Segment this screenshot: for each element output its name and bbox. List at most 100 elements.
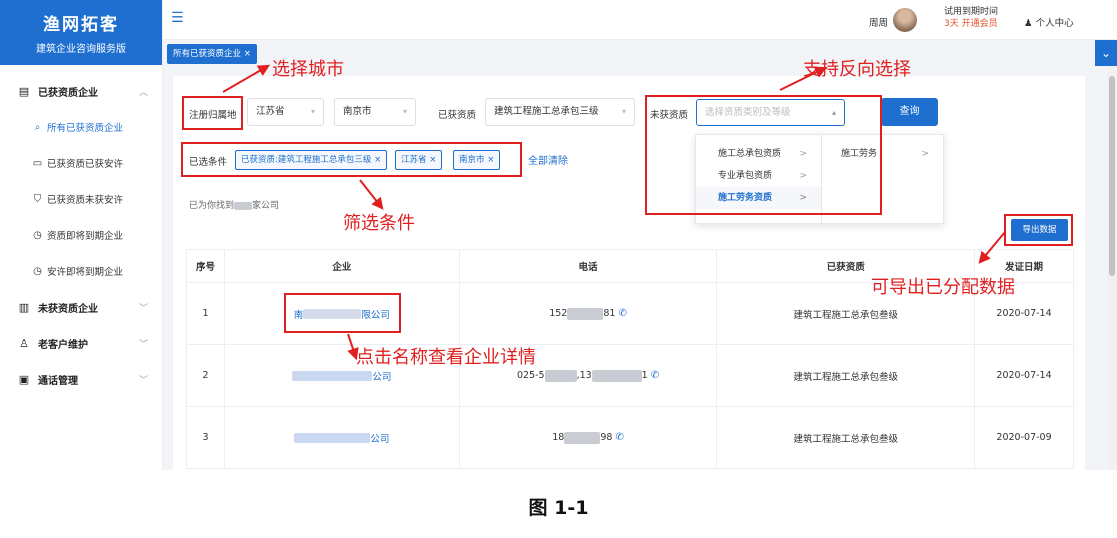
trial-info: 试用到期时间 3天 开通会员 — [944, 6, 998, 30]
row-index: 2 — [187, 345, 225, 406]
company-name-end: 公司 — [370, 433, 390, 445]
menu-item-label: 已获资质已获安许 — [47, 159, 124, 170]
phone-icon[interactable]: ✆ — [615, 432, 623, 443]
menu-group-label: 老客户维护 — [38, 339, 88, 351]
qualification-cell: 建筑工程施工总承包叁级 — [717, 407, 976, 468]
obtained-value: 建筑工程施工总承包三级 — [494, 106, 599, 117]
highlight-export — [1004, 214, 1073, 246]
highlight-company-name — [284, 293, 401, 333]
scrollbar-thumb[interactable] — [1109, 76, 1115, 276]
city-value: 南京市 — [343, 106, 372, 117]
phone-start: 18 — [552, 432, 565, 443]
menu-toggle-icon[interactable]: ☰ — [171, 10, 184, 26]
phone-icon[interactable]: ✆ — [618, 308, 626, 319]
avatar[interactable] — [893, 8, 917, 32]
caret-down-icon: ▾ — [402, 107, 407, 116]
menu-group-old-customers[interactable]: ♙ 老客户维护 ﹀ — [0, 325, 162, 361]
chat-icon: ▣ — [18, 372, 30, 386]
phone-icon[interactable]: ✆ — [651, 370, 659, 381]
menu-item-license-expiring[interactable]: ◷ 安许即将到期企业 — [0, 253, 162, 289]
person-icon: ♟ — [1024, 18, 1033, 29]
annotation-detail: 点击名称查看企业详情 — [356, 347, 536, 368]
annotation-filter: 筛选条件 — [343, 213, 415, 234]
found-prefix: 已为你找到 — [189, 201, 235, 211]
menu-group-calls[interactable]: ▣ 通话管理 ﹀ — [0, 361, 162, 397]
phone-start: 025-5 — [516, 370, 545, 381]
highlight-selected-conditions — [181, 142, 522, 177]
obtained-select[interactable]: 建筑工程施工总承包三级 ▾ — [485, 98, 635, 126]
menu-item-label: 已获资质未获安许 — [47, 195, 124, 206]
table-row: 3 公司 18 98 ✆ 建筑工程施工总承包叁级 2020-07-09 — [187, 407, 1074, 469]
phone-cell: 18 98 ✆ — [460, 407, 718, 468]
upgrade-link[interactable]: 开通会员 — [962, 19, 998, 29]
document-icon: ▤ — [18, 84, 30, 98]
row-index: 3 — [187, 407, 225, 468]
folder-icon: ▭ — [32, 157, 43, 169]
brand-subtitle: 建筑企业咨询服务版 — [36, 44, 126, 55]
province-value: 江苏省 — [256, 106, 285, 117]
company-link[interactable]: 公司 — [225, 407, 460, 468]
annotation-export: 可导出已分配数据 — [871, 277, 1015, 298]
search-icon: ⌕ — [34, 121, 41, 133]
menu-group-label: 通话管理 — [38, 375, 78, 387]
menu-group-label: 未获资质企业 — [38, 303, 98, 315]
tab-all-obtained[interactable]: 所有已获资质企业 × — [167, 44, 257, 64]
chevron-down-icon: ﹀ — [138, 375, 148, 386]
chevron-down-icon[interactable]: ⌄ — [1095, 40, 1117, 66]
menu-item-label: 所有已获资质企业 — [47, 123, 124, 134]
shield-icon: ⛉ — [33, 193, 42, 205]
caret-down-icon: ▾ — [621, 107, 626, 116]
qualification-cell: 建筑工程施工总承包叁级 — [717, 345, 976, 406]
masked-count — [234, 201, 253, 210]
caret-down-icon: ▾ — [310, 107, 315, 116]
phone-mid: ,13 — [576, 370, 592, 381]
chevron-down-icon: ﹀ — [138, 303, 148, 314]
topbar: ☰ 周周 试用到期时间 3天 开通会员 ♟ 个人中心 — [163, 0, 1117, 40]
menu-item-qualification-expiring[interactable]: ◷ 资质即将到期企业 — [0, 217, 162, 253]
phone-end: 81 — [603, 308, 616, 319]
menu-item-all-obtained[interactable]: ⌕ 所有已获资质企业 — [0, 109, 162, 145]
phone-end: 98 — [600, 432, 613, 443]
header-index: 序号 — [187, 250, 225, 282]
trial-days: 3天 — [944, 19, 959, 29]
highlight-reverse-select — [645, 95, 882, 215]
annotation-reverse: 支持反向选择 — [803, 59, 911, 80]
scrollbar[interactable] — [1107, 66, 1117, 470]
phone-start: 152 — [549, 308, 568, 319]
personal-center-link[interactable]: ♟ 个人中心 — [1024, 15, 1074, 29]
city-select[interactable]: 南京市 ▾ — [334, 98, 416, 126]
menu-group-label: 已获资质企业 — [38, 87, 98, 99]
date-cell: 2020-07-14 — [975, 345, 1074, 406]
clear-all-link[interactable]: 全部清除 — [528, 152, 568, 167]
masked-phone — [564, 431, 601, 444]
masked-company — [294, 432, 371, 443]
table-row: 2 公司 025-5 ,13 1 ✆ 建筑工程施工总承包叁级 2020-07-14 — [187, 345, 1074, 407]
result-count: 已为你找到 家公司 — [189, 198, 279, 211]
masked-company — [292, 370, 373, 381]
figure-caption: 图 1-1 — [528, 497, 589, 519]
chevron-down-icon: ﹀ — [138, 339, 148, 350]
header-company: 企业 — [225, 250, 460, 282]
phone-end: 1 — [641, 370, 648, 381]
obtained-label: 已获资质 — [438, 110, 477, 121]
header-phone: 电话 — [460, 250, 718, 282]
masked-phone — [567, 307, 604, 320]
menu-group-not-obtained[interactable]: ▥ 未获资质企业 ﹀ — [0, 289, 162, 325]
building-icon: ▥ — [18, 300, 30, 314]
highlight-region — [182, 96, 243, 130]
menu-item-label: 资质即将到期企业 — [47, 231, 124, 242]
user-name[interactable]: 周周 — [869, 15, 888, 29]
user-icon: ♙ — [19, 336, 29, 350]
menu-group-obtained[interactable]: ▤ 已获资质企业 ︿ — [0, 73, 162, 109]
menu-item-obtained-without-license[interactable]: ⛉ 已获资质未获安许 — [0, 181, 162, 217]
query-button[interactable]: 查询 — [881, 98, 938, 126]
app-root: 渔网拓客 建筑企业咨询服务版 ▤ 已获资质企业 ︿ ⌕ 所有已获资质企业 ▭ 已… — [0, 0, 1117, 538]
company-name-end: 公司 — [372, 371, 392, 383]
row-index: 1 — [187, 283, 225, 344]
province-select[interactable]: 江苏省 ▾ — [247, 98, 324, 126]
date-cell: 2020-07-09 — [975, 407, 1074, 468]
menu-item-obtained-with-license[interactable]: ▭ 已获资质已获安许 — [0, 145, 162, 181]
annotation-city: 选择城市 — [272, 59, 344, 80]
trial-label: 试用到期时间 — [944, 7, 999, 17]
chevron-right-icon: > — [921, 149, 929, 159]
